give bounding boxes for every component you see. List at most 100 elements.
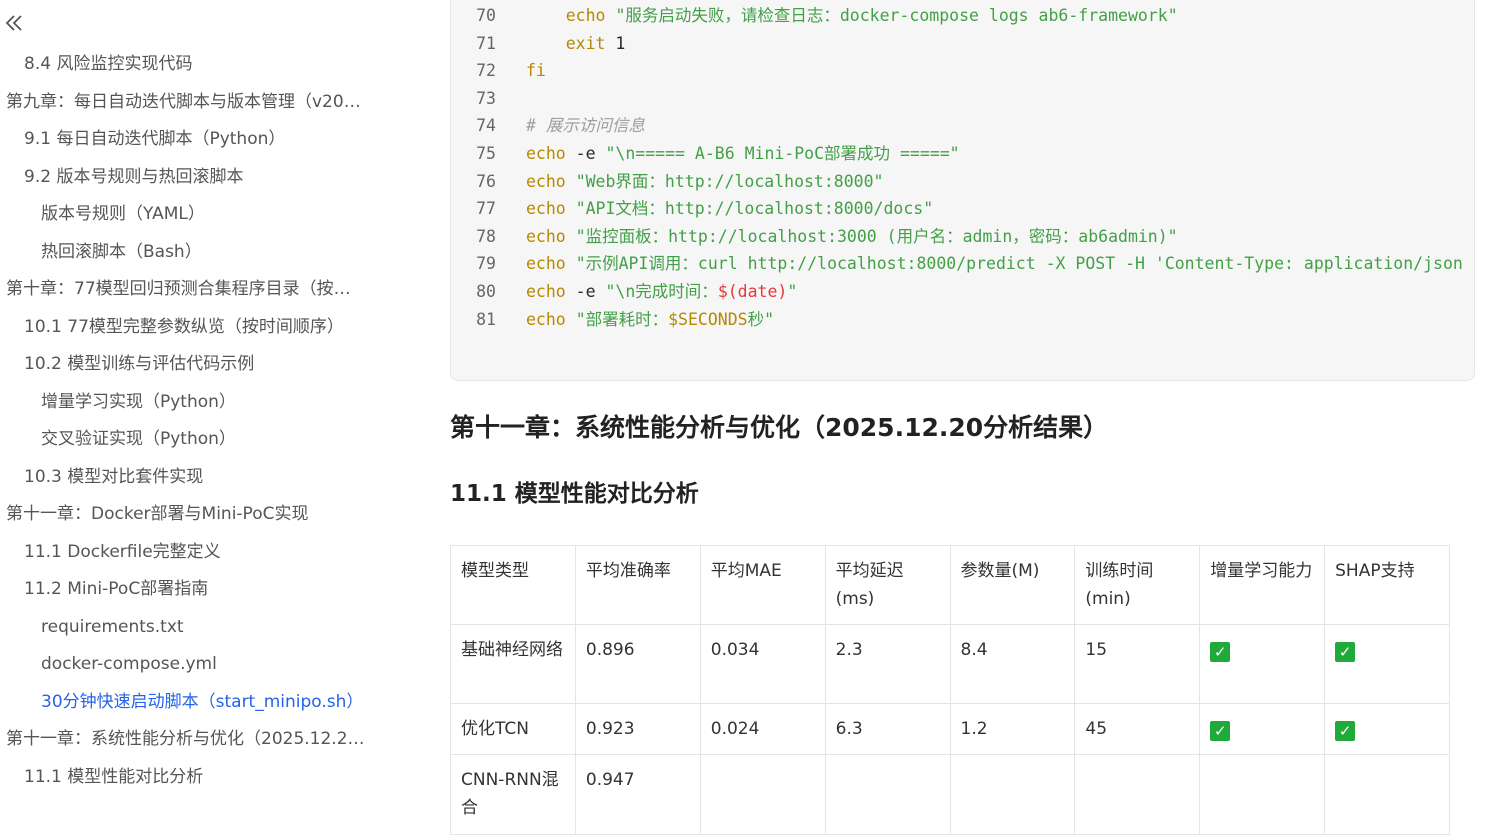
double-chevron-left-icon	[5, 15, 22, 31]
code-line: 73	[451, 85, 1474, 113]
code-line: 74 # 展示访问信息	[451, 112, 1474, 140]
performance-table: 模型类型 平均准确率 平均MAE 平均延迟(ms) 参数量(M) 训练时间(mi…	[450, 545, 1450, 835]
code-text: exit 1	[496, 30, 626, 58]
code-token: "监控面板：http://localhost:3000 (用户名：admin，密…	[575, 226, 1178, 246]
code-block: 70 echo "服务启动失败，请检查日志：docker-compose log…	[450, 0, 1475, 381]
header-cell: 参数量(M)	[949, 545, 1076, 625]
code-token: "部署耗时：	[575, 309, 669, 329]
toc-list: 8.4 风险监控实现代码第九章：每日自动迭代脚本与版本管理（v2025.12.2…	[0, 46, 400, 796]
checkmark-icon: ✓	[1335, 721, 1356, 741]
code-token: -e	[565, 143, 606, 163]
code-text: echo "部署耗时：$SECONDS秒"	[496, 306, 774, 334]
code-token: 秒"	[747, 309, 775, 329]
table-cell: 2.3	[824, 624, 951, 704]
code-line: 70 echo "服务启动失败，请检查日志：docker-compose log…	[451, 2, 1474, 30]
line-number: 81	[476, 309, 496, 329]
code-token: "Web界面：http://localhost:8000"	[575, 171, 884, 191]
code-token: echo	[565, 6, 606, 25]
code-token: 1	[605, 33, 626, 53]
chapter-title: 第十一章：系统性能分析与优化（2025.12.20分析结果）	[450, 413, 1109, 442]
header-cell: 平均延迟(ms)	[824, 545, 951, 625]
code-text: echo -e "\n===== A-B6 Mini-PoC部署成功 =====…	[496, 140, 960, 168]
code-text: echo "示例API调用：curl http://localhost:8000…	[496, 250, 1463, 278]
checkmark-icon: ✓	[1210, 721, 1231, 741]
header-cell: 训练时间(min)	[1074, 545, 1201, 625]
code-token: "	[787, 281, 798, 301]
code-token: fi	[526, 61, 546, 81]
toc-item[interactable]: 版本号规则（YAML）	[0, 196, 390, 234]
toc-item[interactable]: 第十章：77模型回归预测合集程序目录（按时间顺序）	[0, 271, 366, 309]
table-cell	[1074, 754, 1201, 835]
table-cell: 基础神经网络	[450, 624, 576, 704]
table-cell: CNN-RNN混合	[450, 754, 576, 835]
toc-item[interactable]: 30分钟快速启动脚本（start_minipo.sh）	[0, 684, 390, 722]
toc-item[interactable]: 第十一章：Docker部署与Mini-PoC实现	[0, 496, 366, 534]
code-token: exit	[565, 33, 606, 53]
checkmark-icon: ✓	[1210, 642, 1231, 662]
toc-item[interactable]: 9.1 每日自动迭代脚本（Python）	[0, 121, 390, 159]
toc-item[interactable]: requirements.txt	[0, 609, 390, 647]
code-text: fi	[496, 57, 546, 85]
header-cell: 增量学习能力	[1199, 545, 1326, 625]
line-number: 79	[476, 254, 496, 274]
code-token: "\n完成时间：	[605, 281, 718, 301]
toc-item[interactable]: 10.2 模型训练与评估代码示例	[0, 346, 390, 384]
code-line: 72 fi	[451, 57, 1474, 85]
toc-sidebar: 8.4 风险监控实现代码第九章：每日自动迭代脚本与版本管理（v2025.12.2…	[0, 0, 420, 837]
code-lines: 70 echo "服务启动失败，请检查日志：docker-compose log…	[451, 2, 1474, 334]
toc-item[interactable]: 11.1 Dockerfile完整定义	[0, 534, 390, 572]
table-cell	[699, 754, 826, 835]
code-token: "示例API调用：curl http://localhost:8000/pred…	[575, 254, 1463, 274]
code-token: "服务启动失败，请检查日志：docker-compose logs ab6-fr…	[615, 6, 1178, 25]
toc-item[interactable]: 9.2 版本号规则与热回滚脚本	[0, 159, 390, 197]
toc-item[interactable]: 第九章：每日自动迭代脚本与版本管理（v2025.12.21）	[0, 84, 366, 122]
code-line: 77 echo "API文档：http://localhost:8000/docs…	[451, 195, 1474, 223]
code-line: 81 echo "部署耗时：$SECONDS秒"	[451, 306, 1474, 334]
toc-item[interactable]: 交叉验证实现（Python）	[0, 421, 390, 459]
code-line: 75 echo -e "\n===== A-B6 Mini-PoC部署成功 ===…	[451, 140, 1474, 168]
toc-item[interactable]: docker-compose.yml	[0, 646, 390, 684]
toc-item[interactable]: 11.2 Mini-PoC部署指南	[0, 571, 390, 609]
collapse-sidebar-button[interactable]	[4, 10, 24, 36]
toc-item[interactable]: 11.1 模型性能对比分析	[0, 759, 390, 797]
toc-item[interactable]: 8.4 风险监控实现代码	[0, 46, 390, 84]
toc-item[interactable]: 第十一章：系统性能分析与优化（2025.12.20分析结果）	[0, 721, 366, 759]
code-text: echo -e "\n完成时间：$(date)"	[496, 278, 797, 306]
code-token: echo	[526, 226, 566, 246]
table-cell: 0.923	[574, 703, 701, 755]
table-cell: 15	[1074, 624, 1201, 704]
code-token: echo	[526, 309, 566, 329]
table-header-row: 模型类型 平均准确率 平均MAE 平均延迟(ms) 参数量(M) 训练时间(mi…	[450, 545, 1450, 625]
table-cell: ✓	[1324, 624, 1450, 704]
code-token: echo	[526, 254, 566, 274]
line-number: 72	[476, 61, 496, 81]
code-text: echo "服务启动失败，请检查日志：docker-compose logs a…	[496, 2, 1178, 30]
table-cell: 8.4	[949, 624, 1076, 704]
table-cell	[1199, 754, 1326, 835]
table-cell: 0.947	[574, 754, 701, 835]
table-cell: ✓	[1199, 703, 1326, 755]
table-row: 基础神经网络 0.896 0.034 2.3 8.4 15 ✓ ✓	[450, 624, 1450, 704]
code-token: echo	[526, 199, 566, 219]
table-cell: 45	[1074, 703, 1201, 755]
code-text: echo "API文档：http://localhost:8000/docs"	[496, 195, 933, 223]
table-cell: 6.3	[824, 703, 951, 755]
table-cell	[824, 754, 951, 835]
line-number: 78	[476, 226, 496, 246]
toc-item[interactable]: 10.3 模型对比套件实现	[0, 459, 390, 497]
table-cell: 1.2	[949, 703, 1076, 755]
toc-item[interactable]: 10.1 77模型完整参数纵览（按时间顺序）	[0, 309, 390, 347]
code-line: 80 echo -e "\n完成时间：$(date)"	[451, 278, 1474, 306]
table-row: 优化TCN 0.923 0.024 6.3 1.2 45 ✓ ✓	[450, 703, 1450, 755]
code-text: echo "Web界面：http://localhost:8000"	[496, 168, 883, 196]
main-content: 70 echo "服务启动失败，请检查日志：docker-compose log…	[450, 0, 1486, 837]
toc-item[interactable]: 增量学习实现（Python）	[0, 384, 390, 422]
table-cell: ✓	[1199, 624, 1326, 704]
table-cell	[949, 754, 1076, 835]
line-number: 73	[476, 88, 496, 108]
toc-item[interactable]: 热回滚脚本（Bash）	[0, 234, 390, 272]
line-number: 71	[476, 33, 496, 53]
